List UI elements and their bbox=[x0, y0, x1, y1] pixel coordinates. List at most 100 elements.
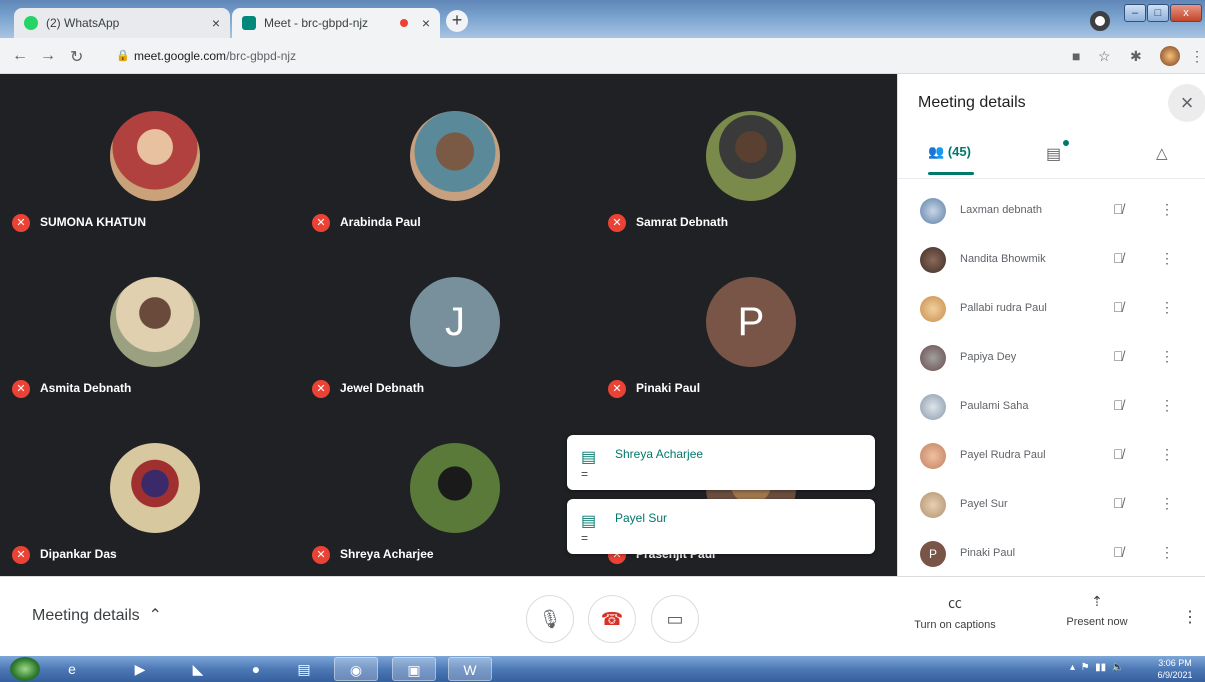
media-player-icon[interactable]: ▶ bbox=[118, 657, 162, 681]
participant-tile[interactable]: ✕ Shreya Acharjee bbox=[300, 406, 595, 572]
participant-avatar bbox=[410, 111, 500, 201]
hangup-icon[interactable]: ☎ bbox=[588, 595, 636, 643]
chat-icon: ▤ bbox=[581, 513, 597, 530]
participant-tile[interactable]: ✕ Asmita Debnath bbox=[0, 240, 295, 406]
tab-whatsapp[interactable]: (2) WhatsApp × bbox=[14, 8, 230, 38]
visual-studio-icon[interactable]: ◣ bbox=[176, 657, 220, 681]
recording-dot-icon bbox=[399, 19, 408, 27]
chat-icon: ▤ bbox=[581, 449, 597, 466]
participant-row[interactable]: P Pinaki Paul 🎙̸ ⋮ bbox=[898, 531, 1205, 581]
participant-row[interactable]: Pallabi rudra Paul 🎙̸ ⋮ bbox=[898, 286, 1205, 336]
present-now-button[interactable]: ⇡ Present now bbox=[1042, 593, 1152, 628]
extensions-icon[interactable]: ✱ bbox=[1130, 48, 1142, 65]
participant-tile[interactable]: P ✕ Pinaki Paul bbox=[596, 240, 891, 406]
present-label: Present now bbox=[1066, 616, 1128, 628]
camera-indicator-icon[interactable]: ■ bbox=[1072, 48, 1080, 64]
participant-row[interactable]: Payel Sur 🎙̸ ⋮ bbox=[898, 482, 1205, 532]
url-field[interactable]: 🔒 meet.google.com/brc-gbpd-njz bbox=[110, 43, 1120, 69]
start-button[interactable] bbox=[10, 657, 40, 681]
participant-name: Pinaki Paul bbox=[636, 381, 701, 395]
presentation-icon[interactable]: ▣ bbox=[392, 657, 436, 681]
participant-row[interactable]: Nandita Bhowmik 🎙̸ ⋮ bbox=[898, 237, 1205, 287]
more-options-icon[interactable]: ⋮ bbox=[1160, 544, 1174, 561]
mic-off-icon[interactable]: 🎙̸ bbox=[1113, 495, 1124, 511]
participant-row[interactable]: Papiya Dey 🎙̸ ⋮ bbox=[898, 335, 1205, 385]
more-options-icon[interactable]: ⋮ bbox=[1160, 250, 1174, 267]
participant-avatar bbox=[110, 111, 200, 201]
more-options-icon[interactable]: ⋮ bbox=[1160, 299, 1174, 316]
mic-off-icon[interactable]: 🎙̸ bbox=[1113, 299, 1124, 315]
reload-icon[interactable]: ↻ bbox=[70, 47, 83, 67]
participant-tile[interactable]: ✕ SUMONA KHATUN bbox=[0, 74, 295, 240]
mic-off-icon: ✕ bbox=[312, 214, 330, 232]
mic-off-icon: ✕ bbox=[312, 546, 330, 564]
participant-name: Paulami Saha bbox=[960, 400, 1029, 412]
chat-notification[interactable]: ▤ Payel Sur = bbox=[567, 499, 875, 554]
present-icon: ⇡ bbox=[1091, 593, 1103, 609]
firefox-icon[interactable]: ● bbox=[234, 657, 278, 681]
chrome-icon[interactable]: ◉ bbox=[334, 657, 378, 681]
back-icon[interactable]: ← bbox=[12, 47, 28, 65]
avatar[interactable] bbox=[1160, 46, 1180, 66]
activities-icon: △ bbox=[1156, 145, 1168, 162]
participant-row[interactable]: Paulami Saha 🎙̸ ⋮ bbox=[898, 384, 1205, 434]
tab-chat[interactable]: ▤ bbox=[1046, 144, 1061, 164]
participant-tile[interactable]: J ✕ Jewel Debnath bbox=[300, 240, 595, 406]
camera-icon[interactable]: ▭ bbox=[651, 595, 699, 643]
participant-name: Laxman debnath bbox=[960, 204, 1042, 216]
participant-name: Payel Rudra Paul bbox=[960, 449, 1046, 461]
new-tab-button[interactable]: + bbox=[446, 10, 468, 32]
avatar bbox=[920, 198, 946, 224]
more-options-icon[interactable]: ⋮ bbox=[1160, 201, 1174, 218]
mic-off-icon[interactable]: 🎙̸ bbox=[1113, 544, 1124, 560]
more-options-icon[interactable]: ⋮ bbox=[1160, 446, 1174, 463]
more-options-icon[interactable]: ⋮ bbox=[1160, 495, 1174, 512]
mic-off-icon[interactable]: 🎙̸ bbox=[1113, 201, 1124, 217]
participant-tile[interactable]: ✕ Dipankar Das bbox=[0, 406, 295, 572]
participant-tile[interactable]: ✕ Samrat Debnath bbox=[596, 74, 891, 240]
more-options-icon[interactable]: ⋮ bbox=[1182, 607, 1198, 627]
ie-icon[interactable]: e bbox=[50, 657, 94, 681]
explorer-icon[interactable]: ▤ bbox=[282, 657, 326, 681]
menu-icon[interactable]: ⋮ bbox=[1190, 48, 1204, 65]
mic-off-icon: ✕ bbox=[608, 214, 626, 232]
tab-people[interactable]: 👥 (45) bbox=[928, 144, 971, 160]
word-icon[interactable]: W bbox=[448, 657, 492, 681]
mic-off-icon[interactable]: 🎙̸ bbox=[1113, 397, 1124, 413]
chrome-profile-icon[interactable] bbox=[1090, 11, 1110, 31]
participant-name: Arabinda Paul bbox=[340, 215, 421, 229]
mic-off-icon[interactable]: 🎙̸ bbox=[1113, 250, 1124, 266]
mic-icon[interactable]: 🎙 bbox=[526, 595, 574, 643]
close-window-button[interactable]: x bbox=[1170, 4, 1202, 22]
close-panel-button[interactable]: × bbox=[1168, 84, 1205, 122]
tab-close-icon[interactable]: × bbox=[422, 15, 430, 31]
mic-off-icon: ✕ bbox=[12, 214, 30, 232]
chat-notification[interactable]: ▤ Shreya Acharjee = bbox=[567, 435, 875, 490]
mic-off-icon[interactable]: 🎙̸ bbox=[1113, 348, 1124, 364]
people-icon: 👥 bbox=[928, 144, 945, 159]
more-options-icon[interactable]: ⋮ bbox=[1160, 397, 1174, 414]
captions-button[interactable]: ㏄ Turn on captions bbox=[900, 593, 1010, 631]
meeting-details-button[interactable]: Meeting details ⌃ bbox=[32, 605, 162, 625]
captions-label: Turn on captions bbox=[914, 619, 996, 631]
more-options-icon[interactable]: ⋮ bbox=[1160, 348, 1174, 365]
maximize-button[interactable]: □ bbox=[1147, 4, 1169, 22]
participant-name: Papiya Dey bbox=[960, 351, 1017, 363]
minimize-button[interactable]: – bbox=[1124, 4, 1146, 22]
tab-close-icon[interactable]: × bbox=[212, 15, 220, 31]
tab-meet[interactable]: Meet - brc-gbpd-njz × bbox=[232, 8, 440, 38]
mic-off-icon[interactable]: 🎙̸ bbox=[1113, 446, 1124, 462]
clock[interactable]: 3:06 PM 6/9/2021 bbox=[1150, 657, 1200, 681]
participant-tile[interactable]: ✕ Arabinda Paul bbox=[300, 74, 595, 240]
clock-date: 6/9/2021 bbox=[1157, 670, 1193, 680]
participant-name: Samrat Debnath bbox=[636, 215, 729, 229]
participant-row[interactable]: Payel Rudra Paul 🎙̸ ⋮ bbox=[898, 433, 1205, 483]
tab-activities[interactable]: △ bbox=[1156, 144, 1168, 162]
forward-icon[interactable]: → bbox=[40, 47, 56, 65]
panel-title: Meeting details bbox=[918, 94, 1026, 111]
browser-tab-strip: (2) WhatsApp × Meet - brc-gbpd-njz × + –… bbox=[0, 0, 1205, 38]
participant-avatar bbox=[410, 443, 500, 533]
system-tray[interactable]: ▴ ⚑ ▮▮ 🔈 bbox=[1070, 662, 1124, 673]
participant-row[interactable]: Laxman debnath 🎙̸ ⋮ bbox=[898, 188, 1205, 238]
star-icon[interactable]: ☆ bbox=[1098, 48, 1111, 65]
